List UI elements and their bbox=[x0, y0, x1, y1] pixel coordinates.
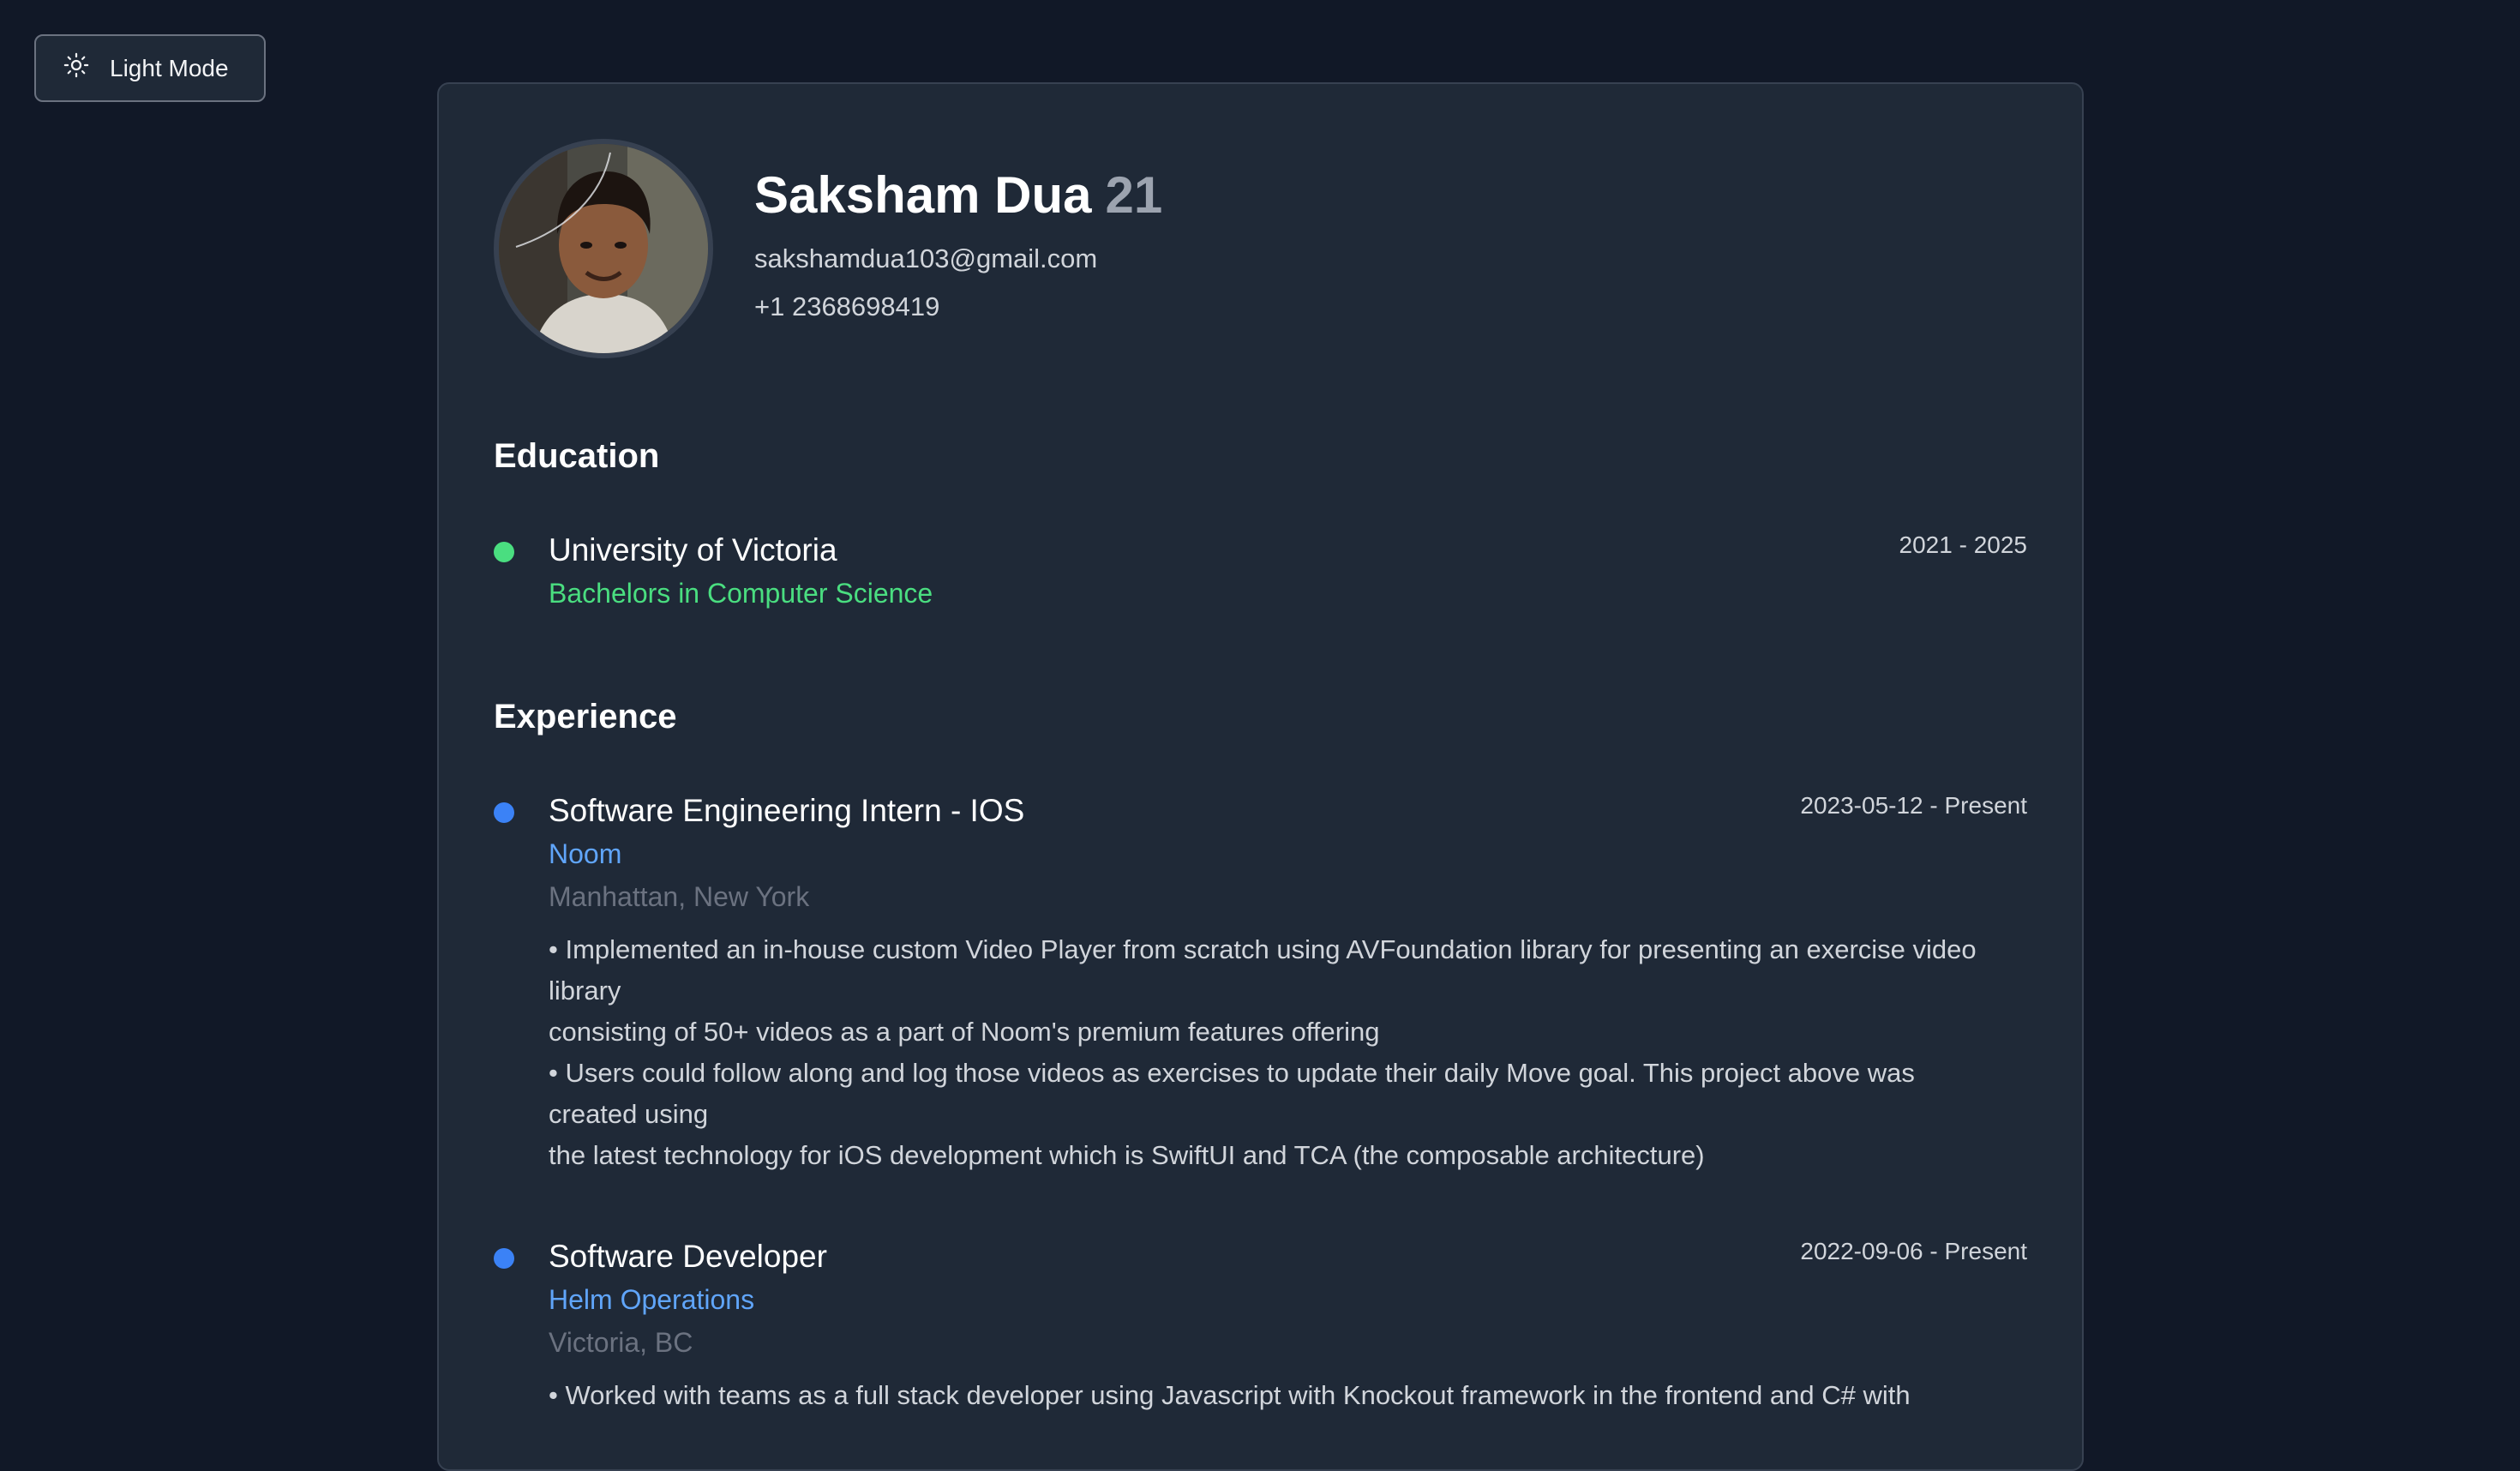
profile-header: Saksham Dua 21 sakshamdua103@gmail.com +1… bbox=[494, 139, 1162, 358]
education-dot bbox=[494, 542, 514, 562]
education-item: 2021 - 2025 University of Victoria Bache… bbox=[494, 530, 2027, 615]
identity-block: Saksham Dua 21 sakshamdua103@gmail.com +1… bbox=[754, 139, 1162, 331]
job-location: Manhattan, New York bbox=[549, 881, 810, 912]
resume-card: Saksham Dua 21 sakshamdua103@gmail.com +1… bbox=[437, 82, 2084, 1471]
description-line: • Implemented an in-house custom Video P… bbox=[549, 934, 1977, 964]
name-heading: Saksham Dua 21 bbox=[754, 165, 1162, 226]
experience-heading: Experience bbox=[494, 698, 677, 736]
light-mode-label: Light Mode bbox=[110, 54, 229, 81]
description-line: • Worked with teams as a full stack deve… bbox=[549, 1380, 1911, 1410]
job-location: Victoria, BC bbox=[549, 1327, 693, 1358]
experience-dates: 2023-05-12 - Present bbox=[1800, 792, 2027, 819]
education-heading: Education bbox=[494, 437, 660, 475]
education-dates: 2021 - 2025 bbox=[1899, 531, 2027, 558]
light-mode-toggle-button[interactable]: Light Mode bbox=[34, 34, 266, 102]
experience-dot bbox=[494, 1248, 514, 1269]
description-line: created using bbox=[549, 1099, 709, 1129]
sun-icon bbox=[63, 52, 89, 84]
description-line: consisting of 50+ videos as a part of No… bbox=[549, 1017, 1380, 1047]
job-description: • Implemented an in-house custom Video P… bbox=[549, 929, 2082, 1176]
description-line: • Users could follow along and log those… bbox=[549, 1058, 1915, 1088]
phone: +1 2368698419 bbox=[754, 291, 940, 321]
description-line: library bbox=[549, 976, 621, 1006]
company-name: Noom bbox=[549, 838, 622, 869]
age: 21 bbox=[1105, 166, 1163, 224]
school-name: University of Victoria bbox=[549, 532, 837, 567]
job-description: • Worked with teams as a full stack deve… bbox=[549, 1375, 2082, 1416]
full-name: Saksham Dua bbox=[754, 166, 1092, 224]
degree: Bachelors in Computer Science bbox=[549, 578, 933, 609]
experience-item: 2022-09-06 - Present Software Developer … bbox=[494, 1236, 2027, 1416]
email: sakshamdua103@gmail.com bbox=[754, 243, 1098, 273]
experience-dates: 2022-09-06 - Present bbox=[1800, 1238, 2027, 1264]
description-line: the latest technology for iOS developmen… bbox=[549, 1140, 1705, 1170]
experience-dot bbox=[494, 802, 514, 823]
avatar bbox=[494, 139, 713, 358]
company-name: Helm Operations bbox=[549, 1284, 755, 1315]
experience-item: 2023-05-12 - Present Software Engineerin… bbox=[494, 790, 2027, 1176]
